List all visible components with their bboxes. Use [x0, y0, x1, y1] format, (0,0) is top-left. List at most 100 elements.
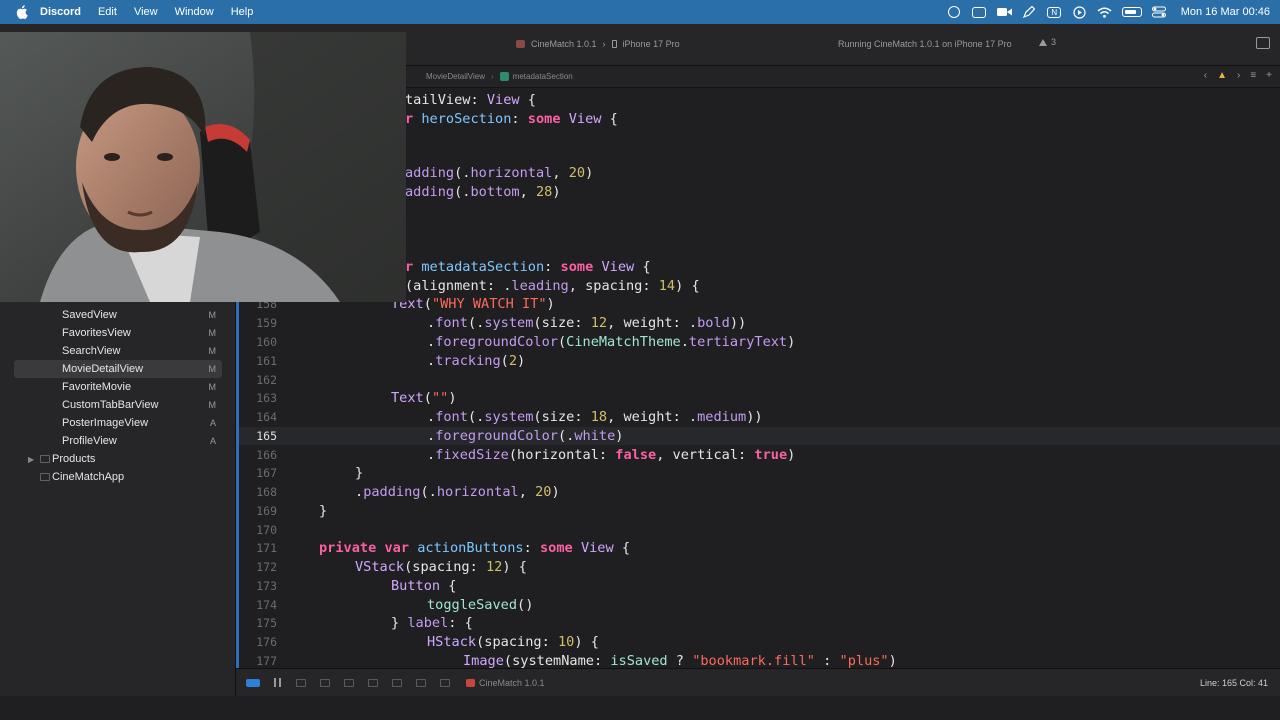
app-target-icon	[40, 473, 50, 481]
nav-file-profileview[interactable]: ProfileView A	[14, 432, 222, 450]
nav-file-moviedetailview[interactable]: MovieDetailView M	[14, 360, 222, 378]
screen-mirror-icon[interactable]	[947, 6, 962, 18]
code-line[interactable]: 164 .font(.system(size: 18, weight: .medi…	[239, 408, 1280, 426]
device-name: iPhone 17 Pro	[622, 39, 680, 49]
code-line[interactable]: 161 .tracking(2)	[239, 352, 1280, 370]
nav-file-searchview[interactable]: SearchView M	[14, 342, 222, 360]
nav-file-customtabbarview[interactable]: CustomTabBarView M	[14, 396, 222, 414]
nav-file-favoritemovie[interactable]: FavoriteMovie M	[14, 378, 222, 396]
add-editor-icon[interactable]: +	[1266, 70, 1272, 81]
step-into-icon[interactable]	[318, 678, 332, 688]
play-icon[interactable]	[1072, 5, 1087, 19]
menu-help[interactable]: Help	[231, 6, 254, 18]
scm-badge: M	[208, 364, 217, 374]
code-line[interactable]: 168 .padding(.horizontal, 20)	[239, 483, 1280, 501]
scheme-selector[interactable]: CineMatch 1.0.1 › iPhone 17 Pro	[516, 39, 680, 49]
menu-window[interactable]: Window	[175, 6, 214, 18]
file-label: FavoriteMovie	[62, 381, 132, 393]
group-label: CineMatchApp	[52, 471, 125, 483]
notion-icon[interactable]: N	[1047, 6, 1062, 18]
chevron-right-icon[interactable]: ›	[1237, 70, 1240, 81]
jump-file[interactable]: MovieDetailView	[426, 72, 485, 81]
code-line[interactable]: 176 HStack(spacing: 10) {	[239, 633, 1280, 651]
location-icon[interactable]	[438, 678, 452, 688]
scm-badge: M	[208, 400, 217, 410]
console-area	[0, 696, 1280, 720]
menu-clock[interactable]: Mon 16 Mar 00:46	[1181, 6, 1270, 18]
chevron-right-icon: ›	[491, 72, 494, 81]
file-list: SavedView M FavoritesView M SearchView M…	[14, 306, 222, 486]
group-label: Products	[52, 453, 96, 465]
current-line-number: 165	[256, 429, 277, 443]
code-line[interactable]: 177 Image(systemName: isSaved ? "bookmark…	[239, 652, 1280, 668]
file-label: PosterImageView	[62, 417, 149, 429]
display-icon[interactable]	[972, 6, 987, 18]
code-line[interactable]: 166 .fixedSize(horizontal: false, vertica…	[239, 446, 1280, 464]
warning-icon	[1039, 38, 1047, 46]
view-hierarchy-icon[interactable]	[366, 678, 380, 688]
scm-badge: M	[208, 310, 217, 320]
warnings-indicator[interactable]: 3	[1039, 37, 1056, 47]
code-line[interactable]: 167}	[239, 464, 1280, 482]
file-label: MovieDetailView	[62, 363, 144, 375]
control-center-icon[interactable]	[1152, 6, 1167, 18]
cursor-position: Line: 165 Col: 41	[1199, 677, 1268, 688]
debug-area-toggle-icon[interactable]	[246, 678, 260, 688]
code-line[interactable]: 175} label: {	[239, 614, 1280, 632]
pen-icon[interactable]	[1022, 6, 1037, 18]
warning-count: 3	[1051, 37, 1057, 47]
debug-process-name: CineMatch 1.0.1	[479, 677, 545, 688]
jump-symbol[interactable]: metadataSection	[513, 72, 573, 81]
file-label: FavoritesView	[62, 327, 131, 339]
step-over-icon[interactable]	[294, 678, 308, 688]
memory-graph-icon[interactable]	[390, 678, 404, 688]
code-line[interactable]: 169}	[239, 502, 1280, 520]
webcam-person-image	[0, 32, 406, 302]
chevron-left-icon[interactable]: ‹	[1204, 70, 1207, 81]
battery-icon[interactable]	[1121, 7, 1142, 17]
menu-view[interactable]: View	[134, 6, 158, 18]
current-code-line[interactable]: 165 .foregroundColor(.white)	[239, 427, 1280, 445]
device-icon	[611, 40, 617, 48]
pause-icon[interactable]	[270, 678, 284, 688]
apple-icon[interactable]	[14, 4, 30, 20]
run-status: Running CineMatch 1.0.1 on iPhone 17 Pro	[838, 39, 1012, 49]
chevron-right-icon: ›	[602, 39, 606, 49]
file-label: CustomTabBarView	[62, 399, 159, 411]
file-label: SavedView	[62, 309, 117, 321]
step-out-icon[interactable]	[342, 678, 356, 688]
chevron-right-icon[interactable]: ▶	[28, 455, 34, 464]
nav-group-cinematchapp[interactable]: CineMatchApp	[14, 468, 222, 486]
file-label: ProfileView	[62, 435, 117, 447]
code-line[interactable]: 159 .font(.system(size: 12, weight: .bold…	[239, 314, 1280, 332]
inspector-toggle-icon[interactable]	[1256, 37, 1270, 49]
jump-bar: MovieDetailView › metadataSection ‹ ▲ › …	[406, 66, 1280, 88]
environment-icon[interactable]	[414, 678, 428, 688]
menu-app-name[interactable]: Discord	[40, 6, 81, 18]
scheme-icon	[516, 40, 525, 48]
code-line[interactable]: 171 private var actionButtons: some View …	[239, 539, 1280, 557]
menu-edit[interactable]: Edit	[98, 6, 117, 18]
nav-file-posterimageview[interactable]: PosterImageView A	[14, 414, 222, 432]
code-line[interactable]: 172 VStack(spacing: 12) {	[239, 558, 1280, 576]
scheme-name: CineMatch 1.0.1	[531, 39, 597, 49]
folder-icon	[40, 455, 50, 463]
nav-group-products[interactable]: ▶ Products	[14, 450, 222, 468]
nav-file-favoritesview[interactable]: FavoritesView M	[14, 324, 222, 342]
code-line[interactable]: 163 Text("")	[239, 389, 1280, 407]
code-line[interactable]: 160 .foregroundColor(CineMatchTheme.terti…	[239, 333, 1280, 351]
debug-process[interactable]: CineMatch 1.0.1	[466, 678, 545, 688]
warning-icon[interactable]: ▲	[1217, 70, 1227, 81]
jump-controls: ‹ ▲ › ≡ +	[1204, 70, 1272, 81]
file-label: SearchView	[62, 345, 121, 357]
wifi-icon[interactable]	[1097, 6, 1112, 18]
code-line[interactable]: 173 Button {	[239, 577, 1280, 595]
nav-file-savedview[interactable]: SavedView M	[14, 306, 222, 324]
code-line[interactable]: 162	[239, 371, 1280, 389]
facetime-icon[interactable]	[996, 6, 1012, 18]
scm-badge: A	[209, 418, 216, 428]
minimap-toggle-icon[interactable]: ≡	[1250, 70, 1256, 81]
code-line[interactable]: 174 toggleSaved()	[239, 596, 1280, 614]
scm-badge: M	[208, 328, 217, 338]
code-line[interactable]: 170	[239, 521, 1280, 539]
